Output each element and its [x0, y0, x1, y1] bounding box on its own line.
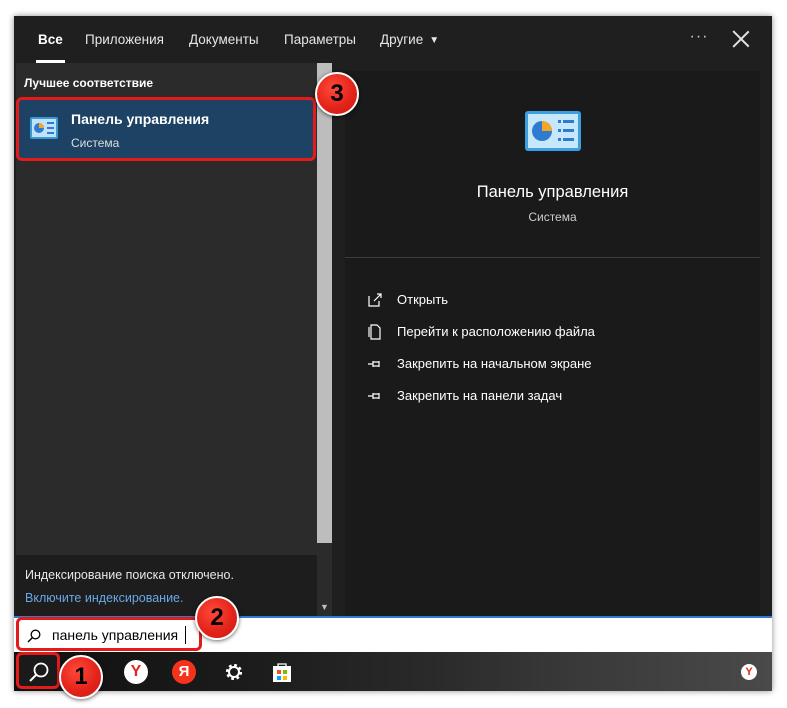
- pin-icon: [368, 361, 380, 367]
- details-divider: [345, 257, 760, 258]
- start-search-window: Все Приложения Документы Параметры Други…: [14, 16, 772, 691]
- indexing-notice-text: Индексирование поиска отключено.: [25, 568, 234, 582]
- search-input-highlight: [16, 617, 202, 651]
- tab-settings-label: Параметры: [284, 32, 356, 47]
- best-match-subtitle: Система: [71, 136, 120, 150]
- pin-icon: [368, 393, 380, 399]
- tray-yandex-icon[interactable]: Y: [741, 664, 757, 680]
- details-title: Панель управления: [476, 183, 629, 201]
- action-pin-start-label: Закрепить на начальном экране: [397, 356, 592, 371]
- best-match-result[interactable]: Панель управления Система: [16, 97, 316, 161]
- details-panel: Панель управления Система Открыть Перейт…: [345, 71, 760, 616]
- scroll-down-arrow-icon[interactable]: ▼: [317, 600, 332, 614]
- results-scrollbar[interactable]: ▼: [317, 63, 332, 616]
- more-options-button[interactable]: ···: [687, 16, 711, 63]
- yandex-browser-icon[interactable]: Y: [124, 660, 148, 684]
- action-open-label: Открыть: [397, 292, 449, 307]
- tab-apps[interactable]: Приложения: [85, 16, 164, 63]
- taskbar-search-button[interactable]: [16, 652, 60, 689]
- results-list: Лучшее соответствие Панель управления Си…: [16, 63, 317, 616]
- details-subtitle: Система: [528, 210, 577, 224]
- file-location-icon: [368, 324, 381, 340]
- step-badge-3: 3: [315, 72, 359, 116]
- chevron-down-icon: ▼: [429, 35, 440, 46]
- action-pin-taskbar-label: Закрепить на панели задач: [397, 388, 563, 403]
- open-icon: [368, 293, 382, 307]
- control-panel-icon: [30, 117, 58, 139]
- tab-all[interactable]: Все: [36, 16, 65, 63]
- tab-bar: Все Приложения Документы Параметры Други…: [14, 16, 772, 63]
- action-open-file-location-label: Перейти к расположению файла: [397, 324, 595, 339]
- best-match-title: Панель управления: [71, 111, 210, 127]
- taskbar: Y Я Y: [14, 652, 772, 691]
- scrollbar-thumb[interactable]: [317, 63, 332, 543]
- step-badge-2: 2: [195, 596, 239, 640]
- search-icon: [29, 662, 49, 682]
- yandex-icon[interactable]: Я: [172, 660, 196, 684]
- gear-icon[interactable]: [222, 660, 246, 684]
- indexing-notice: Индексирование поиска отключено. Включит…: [16, 555, 317, 616]
- tab-other-label: Другие: [380, 32, 424, 47]
- store-icon[interactable]: [270, 660, 294, 684]
- step-badge-1: 1: [59, 655, 103, 699]
- tab-other[interactable]: Другие ▼: [380, 16, 439, 63]
- tab-documents[interactable]: Документы: [189, 16, 259, 63]
- best-match-heading: Лучшее соответствие: [24, 76, 154, 90]
- close-icon[interactable]: [730, 28, 752, 50]
- enable-indexing-link[interactable]: Включите индексирование.: [25, 591, 183, 605]
- tab-settings[interactable]: Параметры: [284, 16, 356, 63]
- control-panel-large-icon: [525, 111, 581, 151]
